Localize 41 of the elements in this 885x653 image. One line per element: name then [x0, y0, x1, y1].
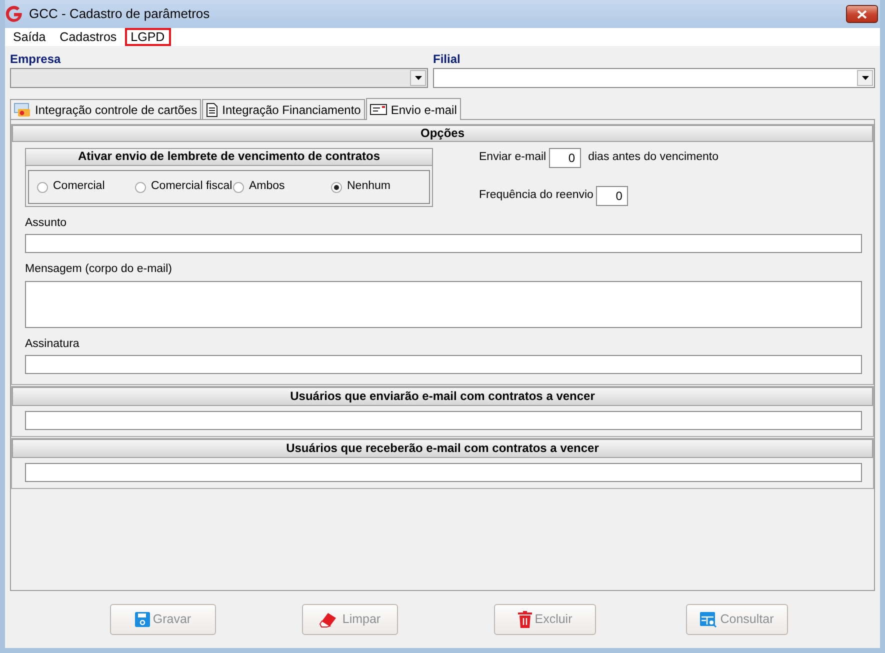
close-icon	[857, 10, 867, 18]
section-header: Usuários que enviarão e-mail com contratos a vencer	[12, 386, 873, 406]
card-icon	[14, 102, 31, 116]
resend-field[interactable]: 0	[596, 186, 628, 206]
field-label: Frequência do reenvio	[479, 188, 594, 204]
close-button[interactable]	[846, 5, 878, 23]
days-field[interactable]: 0	[549, 148, 582, 168]
branch-dropdown[interactable]	[433, 68, 875, 88]
field-label: Enviar e-mail	[479, 150, 546, 166]
text-field[interactable]	[25, 234, 862, 254]
window-title: GCC - Cadastro de parâmetros	[29, 5, 210, 24]
document-icon	[206, 102, 218, 116]
caret-icon	[414, 76, 422, 80]
text-field[interactable]	[25, 354, 862, 374]
field-label: Mensagem (corpo do e-mail)	[25, 262, 174, 278]
radio-button[interactable]: Comercial	[37, 178, 135, 196]
tab[interactable]: Envio e-mail	[366, 98, 461, 120]
field-label: dias antes do vencimento	[588, 150, 719, 166]
menu-item[interactable]: LGPD	[124, 28, 171, 46]
table-search-icon	[700, 612, 718, 628]
radio-button[interactable]: Ambos	[233, 178, 331, 196]
field-label: Empresa	[10, 51, 62, 68]
field-label: Assunto	[25, 216, 68, 231]
section-header: Opções	[12, 125, 873, 142]
field-label: Filial	[433, 51, 462, 68]
group-header: Ativar envio de lembrete de vencimento de contratos	[26, 149, 432, 166]
tab[interactable]: Integração Financiamento	[202, 99, 365, 119]
message-field[interactable]	[25, 280, 862, 328]
user-list-field[interactable]	[25, 462, 862, 482]
tab[interactable]: Integração controle de cartões	[10, 99, 202, 119]
trash-icon	[518, 611, 532, 628]
radio-button[interactable]: Comercial fiscal	[135, 178, 233, 196]
caret-icon	[862, 76, 868, 80]
menu-item[interactable]: Cadastros	[54, 28, 123, 46]
field-label: Assinatura	[25, 336, 80, 352]
app-logo-icon	[5, 5, 23, 23]
radio-button[interactable]: Nenhum	[331, 178, 429, 196]
menu-item[interactable]: Saída	[7, 28, 52, 46]
envelope-icon	[370, 104, 387, 115]
user-list-field[interactable]	[25, 410, 862, 430]
section-header: Usuários que receberão e-mail com contratos a vencer	[12, 438, 873, 458]
